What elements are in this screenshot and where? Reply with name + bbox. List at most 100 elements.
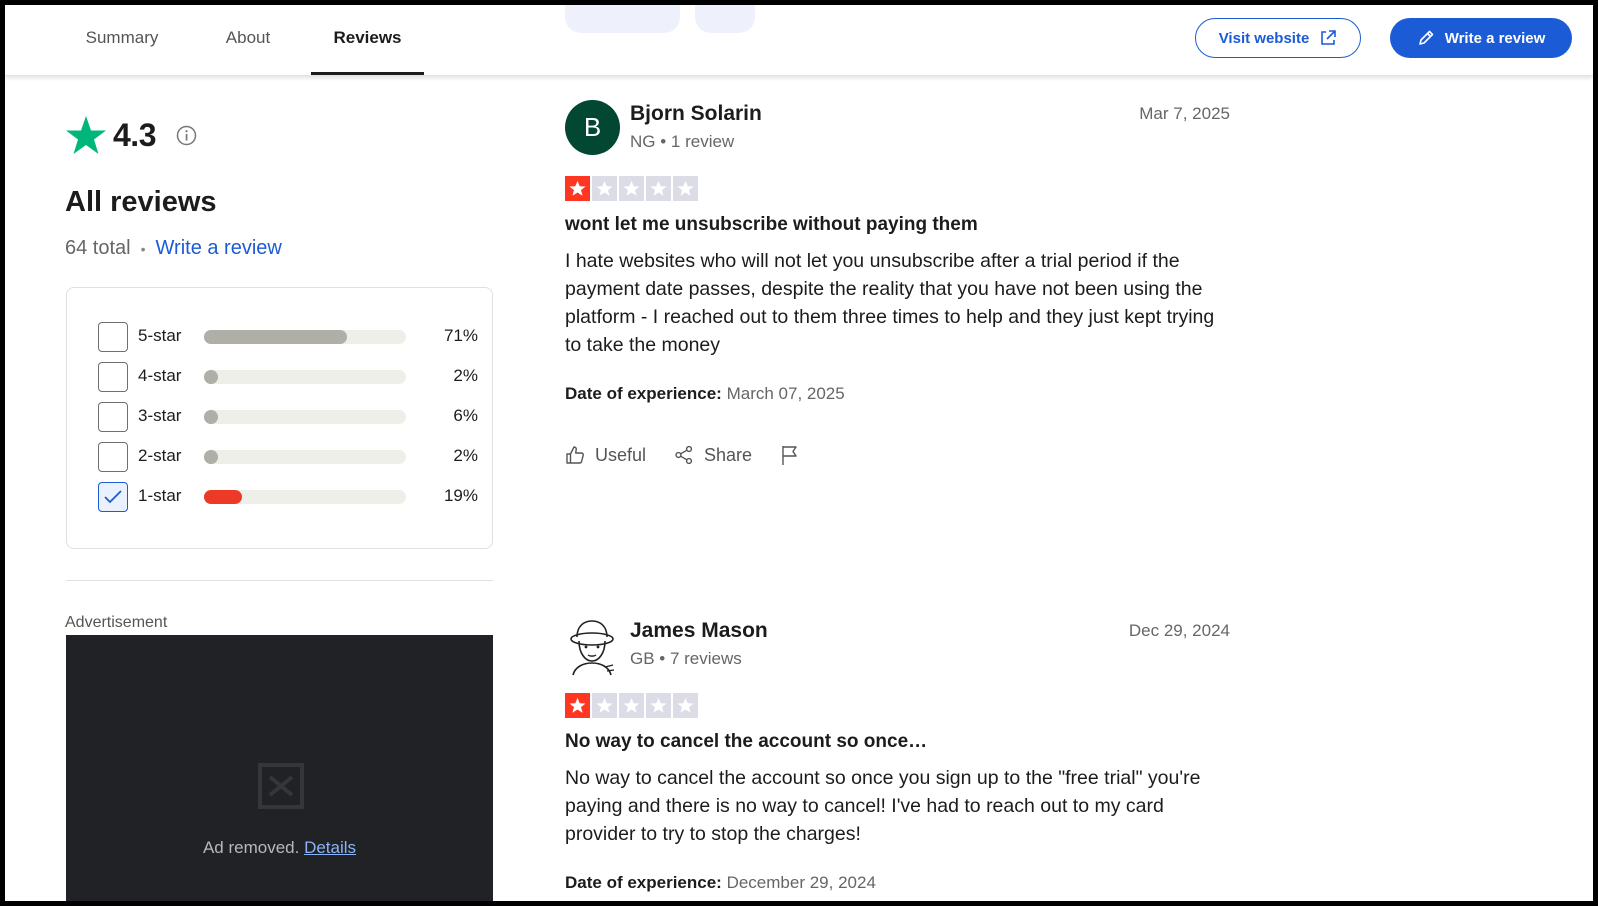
filter-row-2-star[interactable]: 2-star 2% bbox=[98, 442, 478, 472]
section-divider bbox=[66, 580, 493, 581]
distribution-bar bbox=[204, 410, 406, 424]
avatar[interactable]: B bbox=[565, 100, 620, 155]
report-button[interactable] bbox=[780, 444, 800, 466]
reviewer-name[interactable]: Bjorn Solarin bbox=[630, 102, 762, 126]
star-icon bbox=[565, 176, 590, 201]
review-title[interactable]: No way to cancel the account so once… bbox=[565, 731, 927, 753]
review-title[interactable]: wont let me unsubscribe without paying t… bbox=[565, 214, 978, 236]
star-icon bbox=[673, 176, 698, 201]
bar-fill bbox=[204, 490, 243, 504]
info-icon[interactable] bbox=[176, 125, 197, 146]
scrolled-chip bbox=[565, 5, 680, 33]
filter-percent: 6% bbox=[453, 406, 478, 425]
share-icon bbox=[675, 445, 693, 465]
bar-fill bbox=[204, 410, 218, 424]
useful-label: Useful bbox=[595, 444, 647, 465]
filter-row-1-star[interactable]: 1-star 19% bbox=[98, 482, 478, 512]
filter-label: 3-star bbox=[138, 406, 182, 425]
experience-date: March 07, 2025 bbox=[726, 384, 845, 403]
review-card: James Mason GB • 7 reviews Dec 29, 2024 … bbox=[565, 617, 1230, 906]
rating-summary: 4.3 bbox=[65, 115, 197, 155]
star-rating bbox=[565, 176, 698, 201]
pencil-icon bbox=[1418, 30, 1433, 45]
experience-label: Date of experience: bbox=[565, 873, 722, 892]
sticky-header: Summary About Reviews Visit website Writ… bbox=[5, 5, 1593, 76]
thumbs-up-icon bbox=[566, 446, 584, 464]
date-of-experience: Date of experience: March 07, 2025 bbox=[565, 384, 845, 404]
total-count: 64 total bbox=[65, 237, 131, 259]
tab-about[interactable]: About bbox=[199, 5, 297, 75]
trust-star-icon bbox=[66, 116, 106, 154]
separator-dot: • bbox=[140, 240, 146, 257]
reviewer-meta: GB • 7 reviews bbox=[630, 649, 742, 668]
visit-website-button[interactable]: Visit website bbox=[1195, 18, 1361, 58]
review-body: No way to cancel the account so once you… bbox=[565, 767, 1201, 845]
write-review-button[interactable]: Write a review bbox=[1390, 18, 1572, 58]
ad-details-link[interactable]: Details bbox=[304, 838, 356, 857]
review-date: Mar 7, 2025 bbox=[1139, 104, 1230, 123]
flag-icon bbox=[782, 446, 797, 465]
broken-image-icon bbox=[258, 763, 304, 809]
bar-fill bbox=[204, 370, 218, 384]
star-icon bbox=[565, 693, 590, 718]
avatar[interactable] bbox=[565, 617, 620, 677]
star-icon bbox=[592, 693, 617, 718]
share-label: Share bbox=[704, 444, 753, 465]
experience-label: Date of experience: bbox=[565, 384, 722, 403]
distribution-bar bbox=[204, 330, 406, 344]
tab-reviews[interactable]: Reviews bbox=[311, 5, 424, 75]
advertisement-label: Advertisement bbox=[65, 614, 168, 631]
all-reviews-heading: All reviews bbox=[65, 186, 217, 218]
external-link-icon bbox=[1321, 30, 1337, 45]
filter-label: 5-star bbox=[138, 326, 182, 345]
star-icon bbox=[619, 176, 644, 201]
ad-removed-label: Ad removed. bbox=[202, 838, 300, 857]
share-button[interactable]: Share bbox=[674, 445, 752, 466]
star-icon bbox=[646, 693, 671, 718]
star-filter-panel: 5-star 71% 4-star 2% 3-star 6% 2-star 2%… bbox=[66, 287, 493, 549]
filter-checkbox[interactable] bbox=[98, 482, 128, 512]
filter-checkbox[interactable] bbox=[98, 402, 128, 432]
write-review-link[interactable]: Write a review bbox=[156, 237, 282, 260]
review-totals: 64 total • Write a review bbox=[65, 237, 282, 260]
reviewer-name[interactable]: James Mason bbox=[630, 619, 768, 643]
scrolled-chip bbox=[695, 5, 755, 33]
filter-label: 1-star bbox=[138, 486, 182, 505]
review-body: I hate websites who will not let you uns… bbox=[565, 250, 1215, 356]
filter-percent: 2% bbox=[453, 446, 478, 465]
ad-removed-text: Ad removed. Details bbox=[66, 838, 493, 858]
filter-percent: 19% bbox=[443, 486, 478, 505]
date-of-experience: Date of experience: December 29, 2024 bbox=[565, 873, 876, 893]
rating-value: 4.3 bbox=[113, 116, 156, 153]
filter-percent: 2% bbox=[453, 366, 478, 385]
star-icon bbox=[592, 176, 617, 201]
ad-placeholder: Ad removed. Details bbox=[66, 635, 493, 906]
star-icon bbox=[646, 176, 671, 201]
filter-checkbox[interactable] bbox=[98, 442, 128, 472]
filter-percent: 71% bbox=[443, 326, 478, 345]
distribution-bar bbox=[204, 370, 406, 384]
review-date: Dec 29, 2024 bbox=[1128, 621, 1230, 640]
filter-row-5-star[interactable]: 5-star 71% bbox=[98, 322, 478, 352]
useful-button[interactable]: Useful bbox=[565, 445, 646, 466]
bar-fill bbox=[204, 450, 218, 464]
star-icon bbox=[673, 693, 698, 718]
tab-summary[interactable]: Summary bbox=[63, 5, 181, 75]
bar-fill bbox=[204, 330, 348, 344]
filter-row-3-star[interactable]: 3-star 6% bbox=[98, 402, 478, 432]
review-card: B Bjorn Solarin NG • 1 review Mar 7, 202… bbox=[565, 100, 1230, 480]
reviewer-meta: NG • 1 review bbox=[630, 132, 735, 151]
write-review-label: Write a review bbox=[1444, 29, 1546, 47]
filter-row-4-star[interactable]: 4-star 2% bbox=[98, 362, 478, 392]
filter-label: 2-star bbox=[138, 446, 182, 465]
distribution-bar bbox=[204, 450, 406, 464]
checkmark-icon bbox=[104, 490, 122, 504]
filter-checkbox[interactable] bbox=[98, 362, 128, 392]
review-actions: Useful Share bbox=[565, 444, 800, 466]
star-rating bbox=[565, 693, 698, 718]
filter-label: 4-star bbox=[138, 366, 182, 385]
filter-checkbox[interactable] bbox=[98, 322, 128, 352]
star-icon bbox=[619, 693, 644, 718]
visit-website-label: Visit website bbox=[1218, 29, 1310, 47]
experience-date: December 29, 2024 bbox=[726, 873, 876, 892]
